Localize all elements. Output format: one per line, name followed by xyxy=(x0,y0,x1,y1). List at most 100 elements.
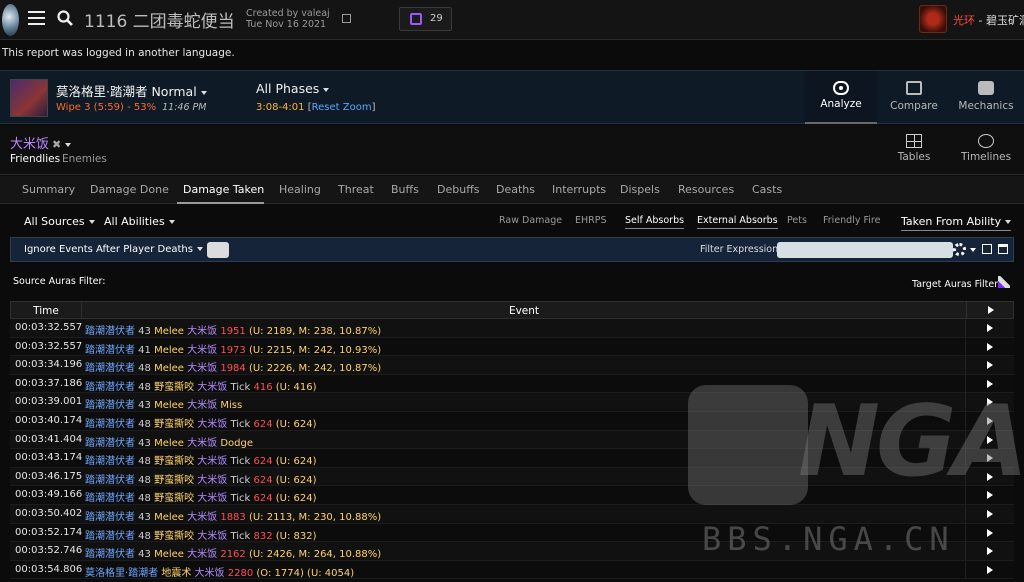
event-source[interactable]: 踏潮潜伏者 xyxy=(85,475,135,486)
copy-icon[interactable] xyxy=(342,14,351,23)
tab-analyze[interactable]: Analyze xyxy=(805,71,877,124)
ignore-events-toggle[interactable] xyxy=(207,242,229,258)
menu-icon[interactable] xyxy=(28,11,45,25)
tab-buffs[interactable]: Buffs xyxy=(391,183,419,196)
friendlies-link[interactable]: Friendlies xyxy=(10,153,60,165)
tab-damage-done[interactable]: Damage Done xyxy=(90,183,169,196)
taken-from-dropdown[interactable]: Taken From Ability xyxy=(901,215,1012,231)
table-row[interactable]: 00:03:49.166 踏潮潜伏者 48 野蛮撕咬 大米饭 Tick 624 (… xyxy=(10,486,1014,505)
row-expand[interactable] xyxy=(965,356,1013,375)
gear-icon[interactable] xyxy=(953,243,966,256)
option-pets[interactable]: Pets xyxy=(787,215,807,226)
event-ability[interactable]: 野蛮撕咬 xyxy=(154,382,194,393)
row-expand[interactable] xyxy=(965,374,1013,393)
view-tables[interactable]: Tables xyxy=(878,125,950,174)
actor-selector[interactable]: 大米饭 ✖ xyxy=(10,133,72,152)
site-logo-icon[interactable] xyxy=(2,4,19,36)
created-by[interactable]: Created by valeaj xyxy=(246,8,330,19)
event-target[interactable]: 大米饭 xyxy=(184,326,220,337)
filter-expression-input[interactable] xyxy=(777,242,953,258)
tab-mechanics[interactable]: Mechanics xyxy=(950,71,1022,124)
abilities-dropdown[interactable]: All Abilities xyxy=(104,215,175,228)
event-ability[interactable]: Melee xyxy=(154,363,184,374)
event-target[interactable]: 大米饭 xyxy=(194,475,230,486)
event-ability[interactable]: Melee xyxy=(154,549,184,560)
popout-icon[interactable] xyxy=(982,244,992,254)
maximize-icon[interactable] xyxy=(998,244,1008,254)
option-friendly-fire[interactable]: Friendly Fire xyxy=(823,215,880,226)
tab-resources[interactable]: Resources xyxy=(678,183,734,196)
event-source[interactable]: 踏潮潜伏者 xyxy=(85,326,135,337)
event-source[interactable]: 踏潮潜伏者 xyxy=(85,493,135,504)
event-target[interactable]: 大米饭 xyxy=(194,531,230,542)
table-row[interactable]: 00:03:43.174 踏潮潜伏者 48 野蛮撕咬 大米饭 Tick 624 (… xyxy=(10,449,1014,468)
tab-compare[interactable]: Compare xyxy=(878,71,950,124)
table-row[interactable]: 00:03:54.806 莫洛格里·踏潮者 地震术 大米饭 2280 (O: 17… xyxy=(10,560,1014,580)
row-expand[interactable] xyxy=(965,411,1013,430)
option-self-absorbs[interactable]: Self Absorbs xyxy=(625,215,685,229)
event-source[interactable]: 莫洛格里·踏潮者 xyxy=(85,568,158,579)
chevron-down-icon[interactable] xyxy=(970,248,976,252)
enemies-link[interactable]: Enemies xyxy=(62,153,107,165)
table-row[interactable]: 00:03:34.196 踏潮潜伏者 48 Melee 大米饭 1984 (U: … xyxy=(10,356,1014,375)
tab-dispels[interactable]: Dispels xyxy=(620,183,660,196)
phase-selector[interactable]: All Phases xyxy=(256,81,330,96)
table-row[interactable]: 00:03:32.557 踏潮潜伏者 43 Melee 大米饭 1951 (U: … xyxy=(10,319,1014,338)
row-expand[interactable] xyxy=(965,449,1013,468)
event-source[interactable]: 踏潮潜伏者 xyxy=(85,549,135,560)
event-target[interactable]: 大米饭 xyxy=(194,456,230,467)
option-ehrps[interactable]: EHRPS xyxy=(575,215,607,226)
table-row[interactable]: 00:03:39.001 踏潮潜伏者 43 Melee 大米饭 Miss xyxy=(10,393,1014,412)
row-expand[interactable] xyxy=(965,430,1013,449)
tab-interrupts[interactable]: Interrupts xyxy=(552,183,606,196)
twitch-button[interactable]: 29 xyxy=(399,7,452,31)
character-realm[interactable]: 光环 - 碧玉矿洞 xyxy=(953,12,1024,28)
tab-deaths[interactable]: Deaths xyxy=(496,183,535,196)
event-ability[interactable]: Melee xyxy=(154,400,184,411)
event-target[interactable]: 大米饭 xyxy=(194,493,230,504)
row-expand[interactable] xyxy=(965,393,1013,412)
row-expand[interactable] xyxy=(965,319,1013,337)
tab-healing[interactable]: Healing xyxy=(279,183,321,196)
row-expand[interactable] xyxy=(965,560,1013,579)
row-expand[interactable] xyxy=(965,467,1013,486)
table-row[interactable]: 00:03:32.557 踏潮潜伏者 41 Melee 大米饭 1973 (U: … xyxy=(10,337,1014,357)
event-source[interactable]: 踏潮潜伏者 xyxy=(85,456,135,467)
row-expand[interactable] xyxy=(965,504,1013,523)
event-ability[interactable]: Melee xyxy=(154,438,184,449)
column-time[interactable]: Time xyxy=(11,305,81,317)
event-target[interactable]: 大米饭 xyxy=(194,419,230,430)
reset-zoom-link[interactable]: Reset Zoom xyxy=(312,102,372,113)
tab-debuffs[interactable]: Debuffs xyxy=(437,183,480,196)
table-row[interactable]: 00:03:37.186 踏潮潜伏者 48 野蛮撕咬 大米饭 Tick 416 (… xyxy=(10,374,1014,394)
event-source[interactable]: 踏潮潜伏者 xyxy=(85,345,135,356)
event-ability[interactable]: 野蛮撕咬 xyxy=(154,419,194,430)
event-source[interactable]: 踏潮潜伏者 xyxy=(85,400,135,411)
event-target[interactable]: 大米饭 xyxy=(184,512,220,523)
ignore-events-dropdown[interactable]: Ignore Events After Player Deaths xyxy=(24,244,203,255)
event-target[interactable]: 大米饭 xyxy=(194,382,230,393)
tab-casts[interactable]: Casts xyxy=(752,183,782,196)
source-auras-filter[interactable]: Source Auras Filter: xyxy=(13,276,105,287)
event-target[interactable]: 大米饭 xyxy=(184,400,220,411)
event-source[interactable]: 踏潮潜伏者 xyxy=(85,419,135,430)
row-expand[interactable] xyxy=(965,523,1013,542)
table-row[interactable]: 00:03:41.404 踏潮潜伏者 43 Melee 大米饭 Dodge xyxy=(10,430,1014,450)
event-target[interactable]: 大米饭 xyxy=(184,345,220,356)
event-ability[interactable]: 野蛮撕咬 xyxy=(154,531,194,542)
tab-damage-taken[interactable]: Damage Taken xyxy=(183,183,264,196)
event-ability[interactable]: Melee xyxy=(154,512,184,523)
row-expand[interactable] xyxy=(965,486,1013,505)
table-row[interactable]: 00:03:50.402 踏潮潜伏者 43 Melee 大米饭 1883 (U: … xyxy=(10,504,1014,524)
event-source[interactable]: 踏潮潜伏者 xyxy=(85,512,135,523)
tab-summary[interactable]: Summary xyxy=(22,183,75,196)
tab-threat[interactable]: Threat xyxy=(338,183,374,196)
event-source[interactable]: 踏潮潜伏者 xyxy=(85,438,135,449)
search-icon[interactable] xyxy=(57,10,73,26)
event-ability[interactable]: Melee xyxy=(154,345,184,356)
event-ability[interactable]: 野蛮撕咬 xyxy=(154,493,194,504)
event-ability[interactable]: 野蛮撕咬 xyxy=(154,456,194,467)
sources-dropdown[interactable]: All Sources xyxy=(24,215,95,228)
horde-faction-icon[interactable] xyxy=(919,5,947,33)
column-event[interactable]: Event xyxy=(81,302,966,318)
